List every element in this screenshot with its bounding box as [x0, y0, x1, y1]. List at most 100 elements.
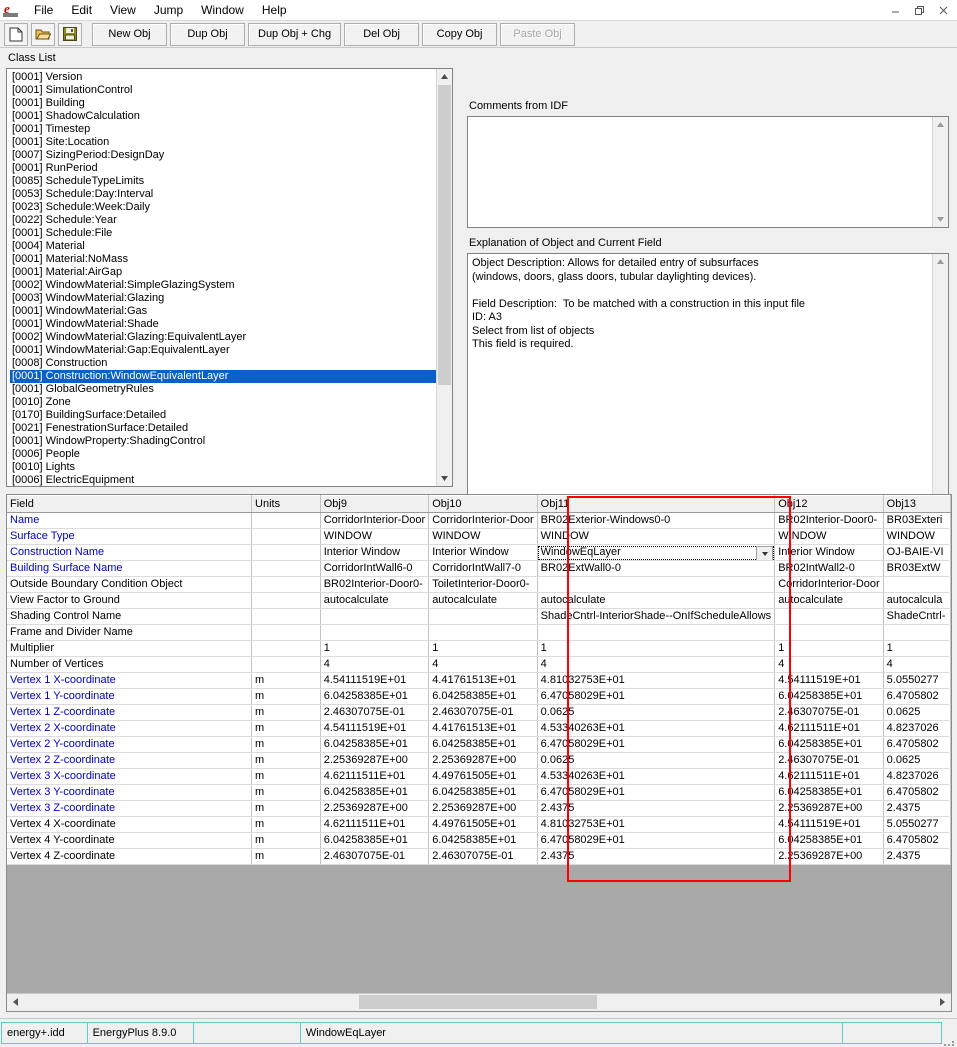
grid-cell-obj11[interactable]: 1 — [537, 640, 776, 657]
grid-field-name[interactable]: Vertex 1 Z-coordinate — [7, 704, 253, 721]
grid-cell-obj13[interactable]: OJ-BAIE-VI — [883, 544, 951, 561]
class-list-item[interactable]: [0003] WindowMaterial:Glazing — [10, 292, 437, 305]
grid-cell-obj10[interactable]: 2.46307075E-01 — [428, 704, 538, 721]
grid-row[interactable]: Vertex 2 X-coordinate m 4.54111519E+01 4.41… — [7, 720, 951, 737]
grid-cell-obj9[interactable]: 6.04258385E+01 — [320, 784, 430, 801]
comments-from-idf-box[interactable] — [467, 116, 949, 228]
grid-cell-obj12[interactable] — [774, 624, 884, 641]
grid-row[interactable]: Vertex 4 X-coordinate m 4.62111511E+01 4.49… — [7, 816, 951, 833]
grid-cell-obj13[interactable]: autocalcula — [883, 592, 951, 609]
grid-cell-obj10[interactable]: 4 — [428, 656, 538, 673]
grid-cell-obj9[interactable] — [320, 608, 430, 625]
grid-field-name[interactable]: Vertex 4 Z-coordinate — [7, 848, 253, 865]
grid-row[interactable]: Surface Type WINDOW WINDOW WINDOW WINDOW WIND… — [7, 528, 951, 545]
grid-cell-obj13[interactable]: 5.0550277 — [883, 816, 951, 833]
grid-cell-obj10[interactable]: ToiletInterior-Door0- — [428, 576, 538, 593]
grid-cell-obj10[interactable]: Interior Window — [428, 544, 538, 561]
class-list-item[interactable]: [0001] WindowMaterial:Gap:EquivalentLaye… — [10, 344, 437, 357]
explanation-box[interactable]: Object Description: Allows for detailed … — [467, 253, 949, 533]
class-list-item[interactable]: [0021] FenestrationSurface:Detailed — [10, 422, 437, 435]
menu-item-file[interactable]: File — [25, 1, 62, 19]
scroll-up-icon[interactable] — [437, 69, 452, 84]
grid-cell-obj12[interactable] — [774, 608, 884, 625]
grid-cell-obj13[interactable]: 6.4705802 — [883, 832, 951, 849]
scroll-up-icon[interactable] — [933, 254, 948, 269]
grid-cell-obj12[interactable]: 6.04258385E+01 — [774, 688, 884, 705]
grid-cell-obj13[interactable]: 2.4375 — [883, 848, 951, 865]
grid-field-name[interactable]: Vertex 2 Y-coordinate — [7, 736, 253, 753]
grid-cell-obj13[interactable]: 4 — [883, 656, 951, 673]
grid-cell-obj13[interactable]: 2.4375 — [883, 800, 951, 817]
grid-row[interactable]: Number of Vertices 4 4 4 4 4 — [7, 656, 951, 673]
class-list-item[interactable]: [0023] Schedule:Week:Daily — [10, 201, 437, 214]
header-obj12[interactable]: Obj12 — [774, 495, 884, 513]
grid-field-name[interactable]: Shading Control Name — [7, 608, 253, 625]
grid-field-name[interactable]: Vertex 4 Y-coordinate — [7, 832, 253, 849]
grid-cell-obj11[interactable]: autocalculate — [537, 592, 776, 609]
class-list-item[interactable]: [0001] WindowMaterial:Gas — [10, 305, 437, 318]
grid-cell-obj11[interactable]: 4.81032753E+01 — [537, 672, 776, 689]
grid-cell-obj12[interactable]: 2.46307075E-01 — [774, 704, 884, 721]
grid-row[interactable]: Construction Name Interior Window Interior… — [7, 544, 951, 561]
class-list-item[interactable]: [0007] SizingPeriod:DesignDay — [10, 149, 437, 162]
header-field[interactable]: Field — [7, 495, 253, 513]
grid-cell-obj9[interactable]: 4.54111519E+01 — [320, 672, 430, 689]
grid-field-name[interactable]: Vertex 2 Z-coordinate — [7, 752, 253, 769]
grid-cell-obj10[interactable]: WINDOW — [428, 528, 538, 545]
grid-cell-obj11[interactable]: WindowEqLayer — [537, 544, 776, 561]
class-list-item[interactable]: [0001] GlobalGeometryRules — [10, 383, 437, 396]
grid-field-name[interactable]: Frame and Divider Name — [7, 624, 253, 641]
grid-cell-obj9[interactable]: CorridorIntWall6-0 — [320, 560, 430, 577]
del-obj-button[interactable]: Del Obj — [344, 22, 420, 46]
grid-cell-obj10[interactable] — [428, 624, 538, 641]
grid-cell-obj12[interactable]: autocalculate — [774, 592, 884, 609]
class-list-item[interactable]: [0001] RunPeriod — [10, 162, 437, 175]
grid-cell-obj9[interactable]: 6.04258385E+01 — [320, 736, 430, 753]
grid-cell-obj10[interactable]: 4.49761505E+01 — [428, 816, 538, 833]
grid-cell-obj13[interactable]: BR03Exteri — [883, 512, 951, 529]
grid-cell-obj9[interactable]: BR02Interior-Door0- — [320, 576, 430, 593]
grid-horizontal-scrollbar[interactable] — [7, 993, 951, 1011]
header-obj10[interactable]: Obj10 — [428, 495, 538, 513]
resize-grip-icon[interactable] — [942, 1031, 957, 1047]
class-list[interactable]: [0001] Version [0001] SimulationControl [0… — [6, 68, 453, 487]
class-list-item[interactable]: [0002] WindowMaterial:Glazing:Equivalent… — [10, 331, 437, 344]
menu-item-view[interactable]: View — [101, 1, 145, 19]
class-list-item[interactable]: [0001] ShadowCalculation — [10, 110, 437, 123]
grid-body[interactable]: Name CorridorInterior-Door CorridorInterio… — [7, 512, 951, 865]
class-list-item[interactable]: [0170] BuildingSurface:Detailed — [10, 409, 437, 422]
grid-cell-obj12[interactable]: 6.04258385E+01 — [774, 784, 884, 801]
class-list-item[interactable]: [0001] Building — [10, 97, 437, 110]
grid-cell-obj11[interactable]: 6.47058029E+01 — [537, 688, 776, 705]
grid-cell-obj11[interactable]: 4.81032753E+01 — [537, 816, 776, 833]
grid-cell-obj11[interactable]: 4 — [537, 656, 776, 673]
new-obj-button[interactable]: New Obj — [92, 22, 167, 46]
grid-cell-obj9[interactable]: 4.62111511E+01 — [320, 816, 430, 833]
grid-cell-obj11[interactable] — [537, 576, 776, 593]
grid-row[interactable]: Vertex 1 Z-coordinate m 2.46307075E-01 2.46… — [7, 704, 951, 721]
grid-cell-obj10[interactable]: 4.41761513E+01 — [428, 720, 538, 737]
scroll-right-icon[interactable] — [934, 994, 951, 1010]
dup-obj-button[interactable]: Dup Obj — [170, 22, 245, 46]
grid-cell-obj10[interactable]: 1 — [428, 640, 538, 657]
grid-cell-obj9[interactable]: CorridorInterior-Door — [320, 512, 430, 529]
class-list-item[interactable]: [0001] WindowProperty:ShadingControl — [10, 435, 437, 448]
grid-cell-obj11[interactable]: 6.47058029E+01 — [537, 832, 776, 849]
grid-cell-obj11[interactable]: 6.47058029E+01 — [537, 736, 776, 753]
restore-icon[interactable] — [907, 1, 931, 19]
grid-cell-obj13[interactable]: ShadeCntrl- — [883, 608, 951, 625]
minimize-icon[interactable] — [883, 1, 907, 19]
grid-cell-obj9[interactable]: autocalculate — [320, 592, 430, 609]
grid-row[interactable]: Shading Control Name ShadeCntrl-InteriorS… — [7, 608, 951, 625]
scroll-down-icon[interactable] — [933, 212, 948, 227]
grid-cell-obj12[interactable]: 4.54111519E+01 — [774, 816, 884, 833]
grid-cell-obj11[interactable]: 0.0625 — [537, 752, 776, 769]
grid-cell-obj13[interactable]: BR03ExtW — [883, 560, 951, 577]
copy-obj-button[interactable]: Copy Obj — [422, 22, 498, 46]
grid-cell-obj10[interactable]: 6.04258385E+01 — [428, 784, 538, 801]
menu-item-help[interactable]: Help — [253, 1, 296, 19]
grid-row[interactable]: Vertex 3 Y-coordinate m 6.04258385E+01 6.04… — [7, 784, 951, 801]
grid-cell-obj13[interactable]: 6.4705802 — [883, 688, 951, 705]
class-list-item[interactable]: [0001] Material:AirGap — [10, 266, 437, 279]
menu-item-window[interactable]: Window — [192, 1, 253, 19]
